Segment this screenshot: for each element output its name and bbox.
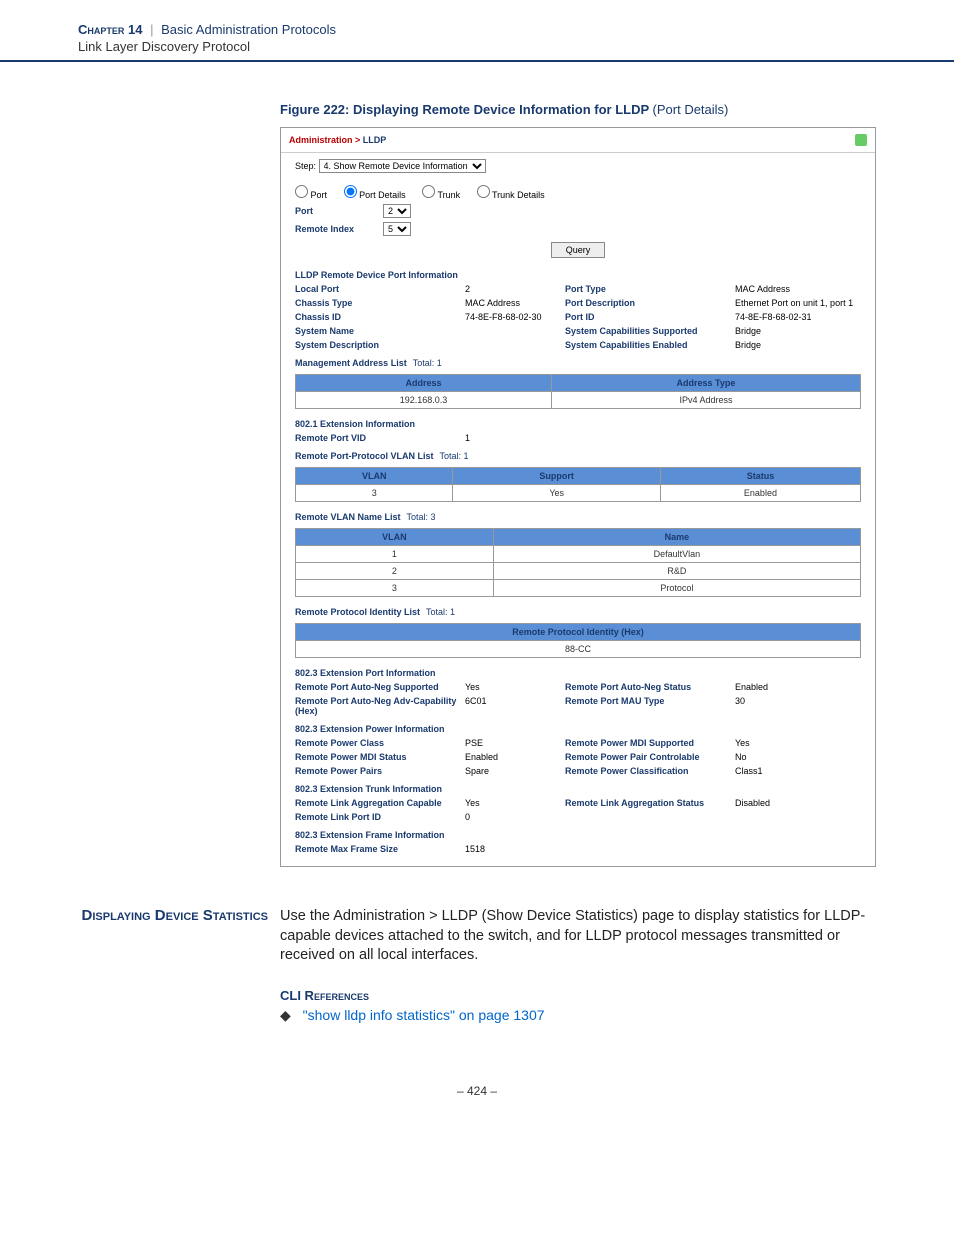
- section-8023-power: 802.3 Extension Power Information: [281, 720, 875, 738]
- step-label: Step:: [295, 161, 316, 171]
- page-number: – 424 –: [0, 1084, 954, 1098]
- bullet-icon: ◆: [280, 1007, 291, 1023]
- section-8023-port: 802.3 Extension Port Information: [281, 664, 875, 682]
- section-8023-trunk: 802.3 Extension Trunk Information: [281, 780, 875, 798]
- section-title: Basic Administration Protocols: [161, 22, 336, 37]
- remote-index-select[interactable]: 5: [383, 222, 411, 236]
- view-radios: Port Port Details Trunk Trunk Details: [281, 179, 875, 202]
- section-remote-port-info: LLDP Remote Device Port Information: [281, 266, 875, 284]
- ext8023-trunk-grid: Remote Link Aggregation CapableYesRemote…: [281, 798, 875, 822]
- proto-id-table: Remote Protocol Identity (Hex) 88-CC: [295, 623, 861, 658]
- radio-port[interactable]: Port: [295, 190, 327, 200]
- section-8023-frame: 802.3 Extension Frame Information: [281, 826, 875, 844]
- separator: |: [150, 22, 153, 37]
- ppvlan-table: VLANSupportStatus 3YesEnabled: [295, 467, 861, 502]
- remote-index-label: Remote Index: [295, 224, 383, 234]
- page-header: Chapter 14 | Basic Administration Protoc…: [0, 0, 954, 62]
- radio-port-details[interactable]: Port Details: [344, 190, 406, 200]
- port-label: Port: [295, 206, 383, 216]
- mgmt-address-table: AddressAddress Type 192.168.0.3IPv4 Addr…: [295, 374, 861, 409]
- step-select[interactable]: 4. Show Remote Device Information: [319, 159, 486, 173]
- section-8021: 802.1 Extension Information: [281, 415, 875, 433]
- cli-reference-link[interactable]: "show lldp info statistics" on page 1307: [303, 1007, 545, 1023]
- chapter-label: Chapter 14: [78, 22, 142, 37]
- figure-title: Displaying Remote Device Information for…: [353, 102, 649, 117]
- body-paragraph: Use the Administration > LLDP (Show Devi…: [280, 907, 876, 966]
- refresh-icon[interactable]: [855, 134, 867, 146]
- query-button[interactable]: Query: [551, 242, 606, 258]
- figure-subtitle: (Port Details): [653, 102, 729, 117]
- radio-trunk[interactable]: Trunk: [422, 190, 460, 200]
- header-subtitle: Link Layer Discovery Protocol: [78, 39, 876, 54]
- section-ppvlan: Remote Port-Protocol VLAN ListTotal: 1: [281, 447, 875, 465]
- side-heading: Displaying Device Statistics: [78, 907, 268, 926]
- figure-number: Figure 222:: [280, 102, 349, 117]
- ext8023-port-grid: Remote Port Auto-Neg SupportedYesRemote …: [281, 682, 875, 716]
- vlan-name-table: VLANName 1DefaultVlan 2R&D 3Protocol: [295, 528, 861, 597]
- section-mgmt-address: Management Address ListTotal: 1: [281, 354, 875, 372]
- port-select[interactable]: 2: [383, 204, 411, 218]
- ext8023-frame-grid: Remote Max Frame Size1518: [281, 844, 875, 854]
- radio-trunk-details[interactable]: Trunk Details: [477, 190, 545, 200]
- cli-references-heading: CLI References: [280, 988, 876, 1003]
- admin-panel: Administration > LLDP Step: 4. Show Remo…: [280, 127, 876, 867]
- breadcrumb-leaf: LLDP: [363, 135, 387, 145]
- section-vlan-names: Remote VLAN Name ListTotal: 3: [281, 508, 875, 526]
- section-proto-id: Remote Protocol Identity ListTotal: 1: [281, 603, 875, 621]
- remote-port-info-grid: Local Port2Port TypeMAC AddressChassis T…: [281, 284, 875, 350]
- figure-caption: Figure 222: Displaying Remote Device Inf…: [280, 102, 876, 117]
- ext8023-power-grid: Remote Power ClassPSERemote Power MDI Su…: [281, 738, 875, 776]
- breadcrumb-root[interactable]: Administration >: [289, 135, 360, 145]
